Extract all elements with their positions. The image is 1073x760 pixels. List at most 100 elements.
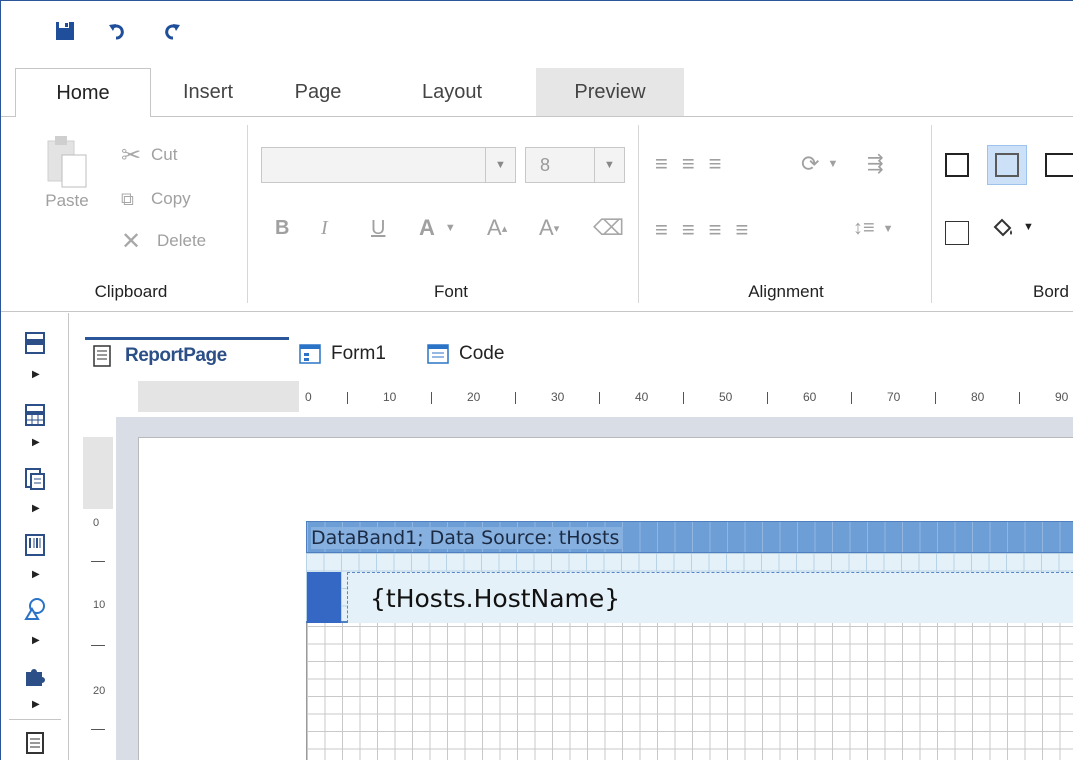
chevron-down-icon: ▼ <box>444 222 456 234</box>
ruler-tick <box>851 392 852 404</box>
page-icon[interactable] <box>21 729 49 757</box>
font-group-label: Font <box>433 282 469 301</box>
caret-down-icon: ▾ <box>553 222 560 235</box>
chevron-down-icon: ▼ <box>882 222 894 235</box>
delete-button[interactable]: ✕ Delete <box>121 227 206 255</box>
ruler-tick <box>935 392 936 404</box>
eraser-icon[interactable]: ⌫ <box>593 215 624 241</box>
paint-bucket-icon <box>993 218 1012 237</box>
tab-form1-label: Form1 <box>331 343 386 364</box>
border-frame-icon[interactable] <box>945 221 969 245</box>
expand-arrow-icon[interactable]: ▶ <box>32 503 40 514</box>
cut-label: Cut <box>151 145 178 164</box>
vertical-align-icons[interactable]: ≡≡≡ <box>655 151 736 177</box>
tab-reportpage-label: ReportPage <box>125 344 227 366</box>
shape-icon[interactable] <box>21 595 49 623</box>
undo-icon[interactable] <box>106 19 130 43</box>
expand-arrow-icon[interactable]: ▶ <box>32 635 40 646</box>
font-color-button[interactable]: A ▼ <box>419 215 456 241</box>
word-wrap-icon[interactable]: ⇶ <box>867 151 884 176</box>
rotate-icon[interactable]: ⟳ ▼ <box>801 151 838 177</box>
shrink-font-button[interactable]: A ▾ <box>539 215 559 241</box>
group-separator <box>247 125 248 303</box>
underline-button[interactable]: U <box>371 217 385 240</box>
tab-form1[interactable]: Form1 <box>299 337 409 371</box>
ruler-tick <box>347 392 348 404</box>
ruler-label: 20 <box>93 685 106 697</box>
ruler-tick <box>91 645 105 646</box>
tab-code[interactable]: Code <box>427 337 527 371</box>
group-separator <box>638 125 639 303</box>
font-size-value: 8 <box>540 155 551 175</box>
band-icon[interactable] <box>21 329 49 357</box>
text-object[interactable]: {tHosts.HostName} <box>347 572 1073 623</box>
grow-font-button[interactable]: A ▴ <box>487 215 507 241</box>
caret-up-icon: ▴ <box>501 222 508 235</box>
code-icon <box>427 344 449 364</box>
chevron-down-icon: ▼ <box>1023 221 1034 233</box>
page-icon <box>93 344 111 367</box>
bold-button[interactable]: B <box>275 217 289 240</box>
object-toolbox: ▶ ▶ ▶ ▶ ▶ ▶ <box>1 313 69 760</box>
tab-page[interactable]: Page <box>265 68 371 117</box>
alignment-group-label: Alignment <box>748 282 824 301</box>
redo-icon[interactable] <box>159 19 183 43</box>
ruler-tick <box>683 392 684 404</box>
ruler-tick <box>91 729 105 730</box>
chevron-down-icon: ▼ <box>594 148 624 182</box>
ruler-label: 30 <box>551 390 565 404</box>
band-handle[interactable] <box>307 572 341 623</box>
expand-arrow-icon[interactable]: ▶ <box>32 437 40 448</box>
font-size-select[interactable]: 8 ▼ <box>525 147 625 183</box>
document-tabs: ReportPage Form1 Code <box>69 313 1073 373</box>
italic-button[interactable]: I <box>321 217 328 240</box>
tab-reportpage[interactable]: ReportPage <box>85 337 289 371</box>
puzzle-icon[interactable] <box>21 663 49 691</box>
fill-color-icon[interactable]: ▼ <box>991 215 1034 239</box>
copy-label: Copy <box>151 189 191 208</box>
paste-button[interactable]: Paste <box>35 133 99 253</box>
ruler-label: 60 <box>803 390 817 404</box>
tab-insert[interactable]: Insert <box>151 68 265 117</box>
ruler-tick <box>767 392 768 404</box>
border-all-icon[interactable] <box>945 153 969 177</box>
tab-layout[interactable]: Layout <box>371 68 533 117</box>
tab-home[interactable]: Home <box>15 68 151 117</box>
delete-label: Delete <box>157 231 207 250</box>
databand-header[interactable]: DataBand1; Data Source: tHosts <box>306 521 1073 553</box>
ruler-label: 50 <box>719 390 733 404</box>
tab-preview[interactable]: Preview <box>536 68 684 117</box>
border-group-label: Bord <box>1033 282 1069 301</box>
text-object-expression: {tHosts.HostName} <box>370 584 621 613</box>
line-spacing-icon[interactable]: ↕≡ ▼ <box>853 217 894 240</box>
ribbon-tabs: Home Insert Page Layout Preview <box>1 65 1073 117</box>
save-icon[interactable] <box>53 19 77 43</box>
ruler-label: 0 <box>93 517 100 529</box>
ruler-label: 40 <box>635 390 649 404</box>
border-none-icon[interactable] <box>1045 153 1073 177</box>
paste-icon <box>47 136 87 188</box>
copy-button[interactable]: ⧉ Copy <box>121 185 191 213</box>
ruler-label: 70 <box>887 390 901 404</box>
barcode-icon[interactable] <box>21 531 49 559</box>
cut-button[interactable]: ✂ Cut <box>121 141 177 169</box>
font-name-select[interactable]: ▼ <box>261 147 516 183</box>
ruler-tick <box>1019 392 1020 404</box>
expand-arrow-icon[interactable]: ▶ <box>32 569 40 580</box>
ruler-label: 10 <box>93 599 106 611</box>
ribbon-panel: Paste ✂ Cut ⧉ Copy ✕ Delete Clipboard ▼ … <box>1 116 1073 312</box>
text-object-icon[interactable] <box>21 465 49 493</box>
horizontal-ruler-page: 0 10 20 30 40 50 60 70 80 90 <box>299 381 1073 412</box>
group-separator <box>931 125 932 303</box>
horizontal-align-icons[interactable]: ≡≡≡≡ <box>655 217 762 243</box>
tab-code-label: Code <box>459 343 505 364</box>
table-icon[interactable] <box>21 401 49 429</box>
expand-arrow-icon[interactable]: ▶ <box>32 369 40 380</box>
copy-icon: ⧉ <box>121 188 134 209</box>
form-icon <box>299 344 321 364</box>
ruler-label: 90 <box>1055 390 1069 404</box>
border-outside-button[interactable] <box>987 145 1027 185</box>
vertical-ruler-page: 0 10 20 <box>83 509 113 760</box>
databand-caption: DataBand1; Data Source: tHosts <box>311 527 624 549</box>
expand-arrow-icon[interactable]: ▶ <box>32 699 40 710</box>
